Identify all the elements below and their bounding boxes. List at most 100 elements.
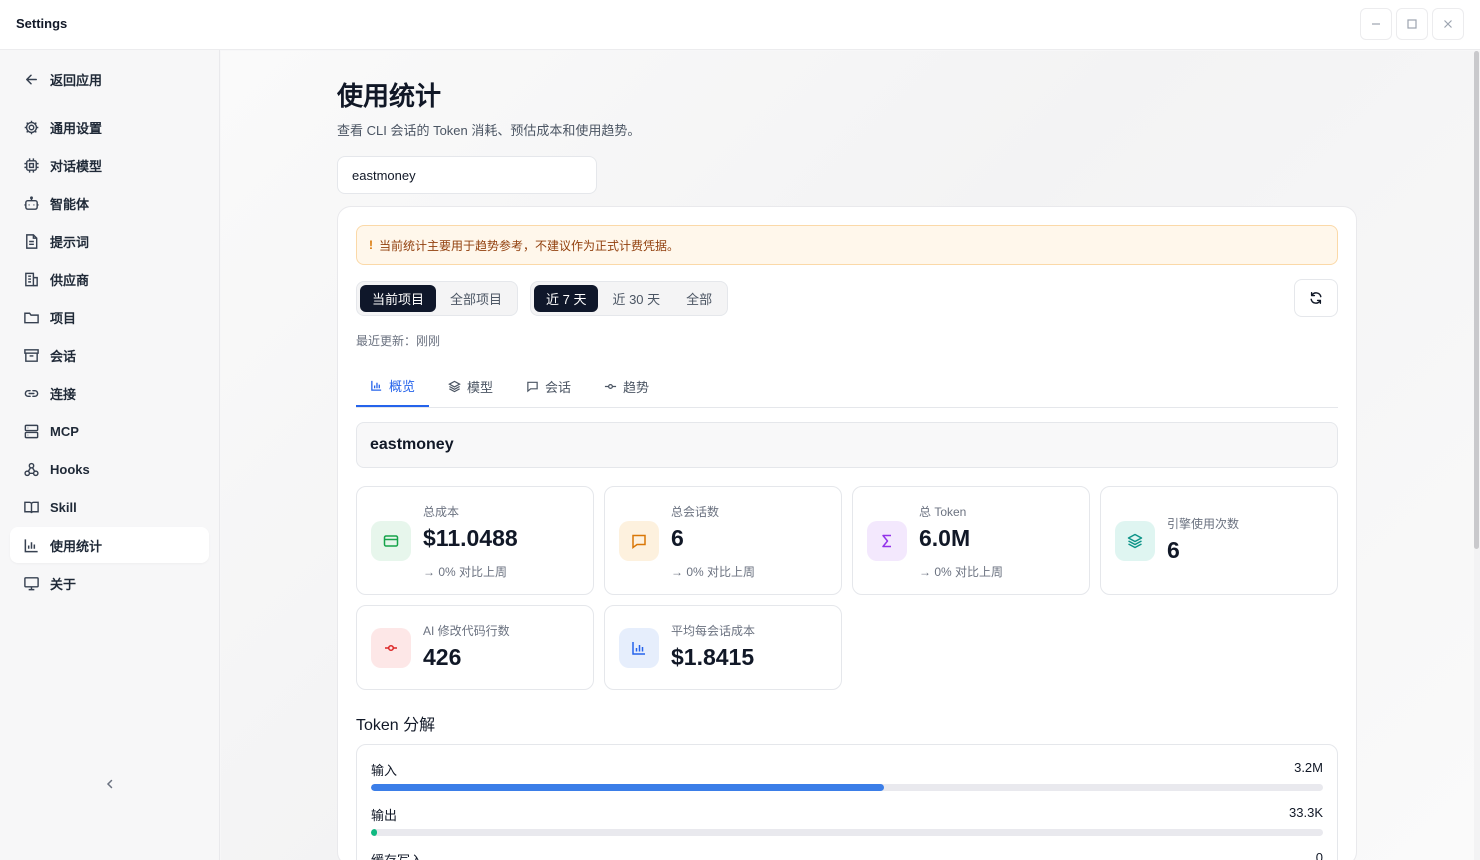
tab-trends[interactable]: 趋势: [590, 366, 663, 407]
breakdown-bar-input: [371, 784, 1323, 791]
message-icon: [527, 381, 538, 393]
sidebar-item-prompts[interactable]: 提示词: [10, 223, 209, 259]
refresh-icon: [1310, 292, 1322, 304]
sidebar-item-connections[interactable]: 连接: [10, 375, 209, 411]
stat-label: 总会话数: [671, 505, 720, 519]
tab-label: 趋势: [623, 380, 650, 395]
stat-card-total-sessions: 总会话数 6 → 0% 对比上周: [604, 486, 842, 595]
server-icon: [22, 422, 40, 440]
archive-icon: [22, 346, 40, 364]
webhook-icon: [22, 460, 40, 478]
tab-models[interactable]: 模型: [434, 366, 507, 407]
stat-label: 总成本: [423, 505, 460, 519]
scope-toggle: 当前项目 全部项目: [356, 281, 519, 316]
close-icon: [1444, 20, 1452, 28]
range-30-days-button[interactable]: 近 30 天: [600, 285, 672, 312]
notice-banner: ! 当前统计主要用于趋势参考，不建议作为正式计费凭据。: [356, 225, 1338, 265]
sidebar-item-mcp[interactable]: MCP: [10, 413, 209, 449]
maximize-icon: [1407, 19, 1417, 29]
monitor-icon: [22, 574, 40, 592]
sidebar-item-label: 项目: [50, 310, 77, 326]
sidebar-item-general[interactable]: 通用设置: [10, 109, 209, 145]
stat-card-total-token: 总 Token 6.0M → 0% 对比上周: [852, 486, 1090, 595]
sidebar-item-label: 会话: [50, 348, 77, 364]
tab-label: 模型: [467, 380, 494, 395]
range-all-button[interactable]: 全部: [674, 285, 724, 312]
commit-icon: [371, 628, 411, 668]
bot-icon: [22, 194, 40, 212]
stat-trend: → 0% 对比上周: [671, 565, 756, 579]
project-name-header: eastmoney: [356, 422, 1338, 468]
sidebar-item-sessions[interactable]: 会话: [10, 337, 209, 373]
maximize-button[interactable]: [1396, 8, 1428, 40]
arrow-left-icon: [22, 70, 40, 88]
stat-value: 6: [1167, 537, 1180, 563]
stat-card-ai-lines: AI 修改代码行数 426: [356, 605, 594, 690]
stat-card-avg-session-cost: 平均每会话成本 $1.8415: [604, 605, 842, 690]
breakdown-bar-output: [371, 829, 1323, 836]
sidebar-item-about[interactable]: 关于: [10, 565, 209, 601]
sidebar-item-label: Skill: [50, 499, 77, 515]
sidebar-item-providers[interactable]: 供应商: [10, 261, 209, 297]
layers-icon: [1115, 521, 1155, 561]
sidebar-item-usage-stats[interactable]: 使用统计: [10, 527, 209, 563]
breakdown-label: 输出: [371, 808, 398, 823]
sigma-icon: [867, 521, 907, 561]
project-select[interactable]: eastmoney: [337, 156, 597, 194]
breakdown-label: 缓存写入: [371, 850, 423, 860]
stat-label: 总 Token: [919, 505, 967, 519]
token-breakdown-card: [356, 744, 1338, 860]
sidebar-item-models[interactable]: 对话模型: [10, 147, 209, 183]
last-updated: 最近更新：刚刚: [356, 334, 441, 348]
sidebar-item-projects[interactable]: 项目: [10, 299, 209, 335]
message-icon: [619, 521, 659, 561]
layers-icon: [448, 380, 461, 393]
chevron-left-icon: [106, 779, 113, 789]
book-icon: [22, 498, 40, 516]
close-button[interactable]: [1432, 8, 1464, 40]
bar-chart-icon: [619, 628, 659, 668]
refresh-button[interactable]: [1294, 279, 1338, 317]
cpu-icon: [22, 156, 40, 174]
bar-chart-icon: [22, 536, 40, 554]
main-scrollbar[interactable]: [1474, 51, 1480, 860]
token-breakdown-title: Token 分解: [356, 717, 436, 734]
scope-current-project-button[interactable]: 当前项目: [360, 285, 437, 312]
window-title: Settings: [16, 16, 68, 31]
bar-chart-icon: [371, 380, 382, 391]
breakdown-label: 输入: [371, 763, 398, 778]
back-to-app-button[interactable]: 返回应用: [10, 61, 209, 97]
stat-card-total-cost: 总成本 $11.0488 → 0% 对比上周: [356, 486, 594, 595]
sidebar-item-agents[interactable]: 智能体: [10, 185, 209, 221]
sidebar-item-label: MCP: [50, 423, 79, 439]
stat-value: 426: [423, 644, 462, 670]
commit-icon: [604, 384, 617, 389]
page-title: 使用统计: [337, 81, 442, 111]
sidebar-item-skill[interactable]: Skill: [10, 489, 209, 525]
minimize-button[interactable]: [1360, 8, 1392, 40]
collapse-sidebar-button[interactable]: [100, 774, 120, 794]
back-label: 返回应用: [50, 72, 103, 88]
sidebar-item-label: Hooks: [50, 461, 90, 477]
scrollbar-thumb[interactable]: [1474, 51, 1479, 549]
stat-value: $1.8415: [671, 644, 755, 670]
sidebar-item-label: 提示词: [50, 234, 90, 250]
gear-icon: [22, 118, 40, 136]
breakdown-value: 3.2M: [1294, 760, 1323, 775]
sidebar-item-label: 通用设置: [50, 120, 103, 136]
range-7-days-button[interactable]: 近 7 天: [534, 285, 599, 312]
scope-all-projects-button[interactable]: 全部项目: [438, 285, 514, 312]
sidebar-item-label: 关于: [50, 576, 77, 592]
tab-sessions[interactable]: 会话: [512, 366, 585, 407]
link-icon: [22, 384, 40, 402]
sidebar-item-hooks[interactable]: Hooks: [10, 451, 209, 487]
page-subtitle: 查看 CLI 会话的 Token 消耗、预估成本和使用趋势。: [337, 123, 641, 138]
title-bar: Settings: [0, 0, 1480, 50]
stat-label: AI 修改代码行数: [423, 624, 510, 638]
tab-label: 概览: [389, 379, 416, 394]
tab-label: 会话: [545, 380, 572, 395]
breakdown-value: 33.3K: [1289, 805, 1323, 820]
stat-card-engine-usage: 引擎使用次数 6: [1100, 486, 1338, 595]
stat-value: 6.0M: [919, 525, 971, 551]
tab-overview[interactable]: 概览: [356, 366, 430, 407]
